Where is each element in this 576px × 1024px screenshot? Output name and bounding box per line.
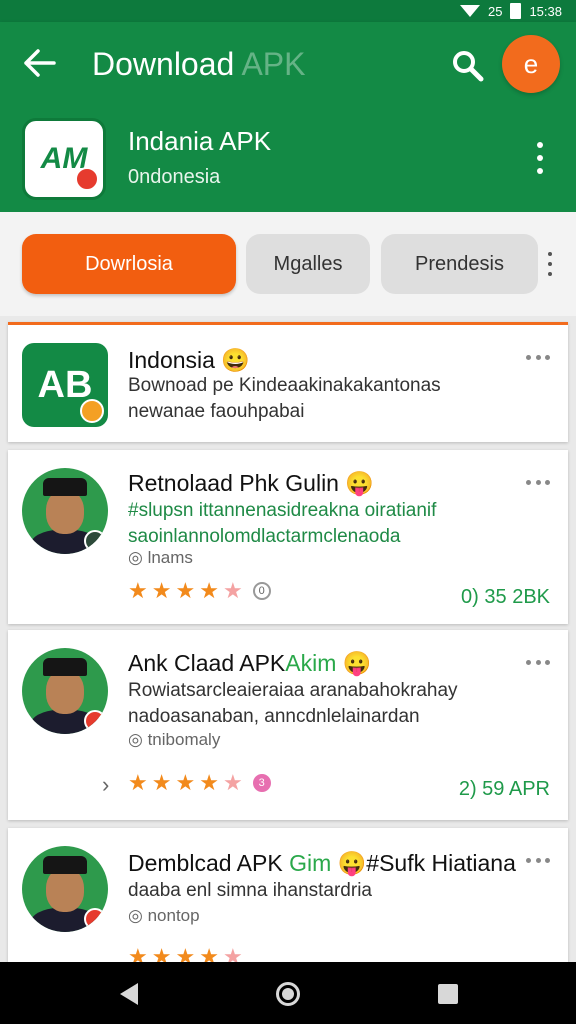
item-size: 0) 35 2BK [461, 586, 550, 608]
rating-badge: 3 [252, 774, 271, 792]
item-logo-text: AB [37, 363, 93, 406]
item-description-1: Rowiatsarcleaieraiaa aranabahokrahay [128, 680, 458, 701]
more-options-icon[interactable] [532, 138, 548, 178]
system-nav-bar [0, 962, 576, 1024]
item-description-1: daaba enl simna ihanstardria [128, 880, 372, 901]
item-meta: ◎ nontop [128, 906, 200, 926]
star-icon: ★ [199, 578, 219, 603]
status-icons: 25 15:38 [459, 0, 562, 22]
back-arrow-icon[interactable] [22, 48, 58, 78]
item-title-highlight: Gim [289, 850, 332, 876]
chip-mgalles[interactable]: Mgalles [246, 234, 370, 294]
item-title: Ank Claad APKAkim 😛 [128, 650, 371, 677]
smiley-icon: 😛 [342, 650, 372, 676]
profile-avatar-button[interactable]: e [502, 35, 560, 93]
rating-stars: ★ ★ ★ ★ ★ 0 [128, 578, 271, 604]
badge-icon [84, 710, 106, 732]
avatar [22, 468, 108, 554]
nav-home-icon[interactable] [276, 982, 300, 1006]
toolbar: Download APK e [0, 22, 576, 108]
battery-icon [510, 3, 522, 19]
item-description-1: Bownoad pe Kindeaakinakakantonas [128, 375, 441, 396]
list-item[interactable]: Demblcad APK Gim 😛#Sufk Hiatiana daaba e… [8, 828, 568, 969]
star-icon: ★ [222, 578, 243, 603]
avatar [22, 846, 108, 932]
item-description-2: newanae faouhpabai [128, 401, 305, 422]
item-meta: ◎ lnams [128, 548, 193, 568]
chip-download[interactable]: Dowrlosia [22, 234, 236, 294]
item-title-text: Indonsia [128, 347, 215, 373]
badge-icon [84, 908, 106, 930]
orange-badge-icon [80, 399, 104, 423]
title-faded: APK [241, 46, 306, 82]
location-icon: ◎ [128, 906, 143, 925]
signal-text: 25 [487, 3, 503, 19]
item-more-icon[interactable] [526, 355, 550, 361]
star-icon: ★ [175, 578, 196, 603]
item-title: Indonsia 😀 [128, 347, 250, 374]
smiley-icon: 😛 [345, 470, 374, 496]
chips-more-icon[interactable] [548, 252, 556, 276]
item-title-text: Demblcad APK [128, 850, 283, 876]
item-description-2: nadoasanaban, anncdnlelainardan [128, 706, 420, 727]
star-icon: ★ [222, 770, 243, 795]
app-header: Download APK e AM Indania APK 0ndonesia [0, 22, 576, 212]
star-icon: ★ [175, 770, 196, 795]
list-item[interactable]: Ank Claad APKAkim 😛 Rowiatsarcleaieraiaa… [8, 630, 568, 820]
item-title: Demblcad APK Gim 😛#Sufk Hiatiana [128, 850, 516, 877]
rating-badge: 0 [252, 582, 271, 600]
avatar [22, 648, 108, 734]
item-description-1: #slupsn ittannenasidreakna oiratianif [128, 500, 437, 521]
item-title-suffix: #Sufk Hiatiana [366, 850, 516, 876]
item-title: Retnolaad Phk Gulin 😛 [128, 470, 374, 497]
item-logo: AB [22, 343, 108, 427]
star-icon: ★ [128, 770, 148, 795]
shield-badge-icon [75, 167, 99, 191]
app-info: AM Indania APK 0ndonesia [0, 118, 576, 204]
badge-icon [84, 530, 106, 552]
search-icon[interactable] [450, 48, 486, 84]
item-meta: ◎ tnibomaly [128, 730, 220, 750]
rating-stars: ★ ★ ★ ★ ★ 3 [128, 770, 271, 796]
star-icon: ★ [151, 770, 172, 795]
star-icon: ★ [199, 770, 219, 795]
smiley-icon: 😛 [337, 850, 367, 876]
star-icon: ★ [151, 578, 172, 603]
item-meta-text: nontop [147, 906, 200, 925]
page-title: Download APK [92, 46, 305, 83]
avatar-glyph: e [523, 48, 539, 79]
title-main: Download [92, 46, 235, 82]
location-icon: ◎ [128, 548, 143, 567]
item-meta-text: lnams [147, 548, 193, 567]
app-logo: AM [22, 118, 106, 200]
location-icon: ◎ [128, 730, 143, 749]
item-more-icon[interactable] [526, 480, 550, 486]
nav-back-icon[interactable] [120, 983, 138, 1005]
smiley-icon: 😀 [221, 347, 250, 373]
list-item[interactable]: AB Indonsia 😀 Bownoad pe Kindeaakinakaka… [8, 322, 568, 442]
clock: 15:38 [529, 3, 562, 19]
star-icon: ★ [128, 578, 148, 603]
list-item[interactable]: Retnolaad Phk Gulin 😛 #slupsn ittannenas… [8, 450, 568, 624]
chip-prendesis[interactable]: Prendesis [381, 234, 538, 294]
item-more-icon[interactable] [526, 858, 550, 864]
item-more-icon[interactable] [526, 660, 550, 666]
nav-recents-icon[interactable] [438, 984, 458, 1004]
item-title-text: Retnolaad Phk Gulin [128, 470, 339, 496]
item-title-text: Ank Claad APK [128, 650, 286, 676]
app-country: 0ndonesia [128, 166, 221, 188]
item-meta-text: tnibomaly [147, 730, 221, 749]
chevron-right-icon[interactable]: › [102, 772, 109, 798]
item-title-highlight: Akim [285, 650, 337, 676]
item-description-2: saoinlannolomdlactarmclenaoda [128, 526, 401, 547]
filter-chips: Dowrlosia Mgalles Prendesis [0, 212, 576, 316]
status-bar: 25 15:38 [0, 0, 576, 22]
app-name: Indania APK [128, 126, 272, 156]
item-size: 2) 59 APR [458, 778, 550, 800]
wifi-icon [459, 5, 480, 17]
